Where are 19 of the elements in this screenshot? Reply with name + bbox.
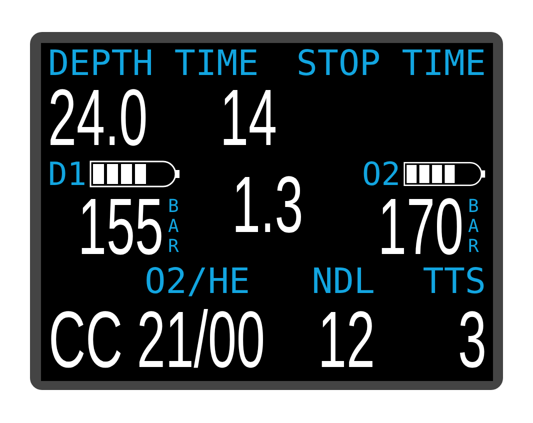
value-text: CC 21/00 [48,310,265,370]
field-label: STOP TIME [296,50,486,78]
tank-gauge-icon [88,160,181,188]
cylinder-label: D1 [48,160,87,188]
field-label: TTS [422,268,486,296]
pressure-value: 155 [78,197,163,257]
value-text: 3 [458,310,486,370]
depth-value: 24.0 [48,88,148,148]
ppo2-value: 1.3 [232,175,304,235]
field-label: NDL [310,268,375,296]
field-label: DEPTH TIME [48,50,259,78]
tank-gauge-icon [402,160,486,188]
unit-label: BAR [168,197,180,257]
dive-time-value: 14 [220,88,277,148]
value-text: 12 [318,310,375,370]
cylinder-label: O2 [362,160,401,188]
pressure-value: 170 [378,197,463,257]
field-label: O2/HE [144,268,250,296]
unit-label: BAR [468,197,480,257]
